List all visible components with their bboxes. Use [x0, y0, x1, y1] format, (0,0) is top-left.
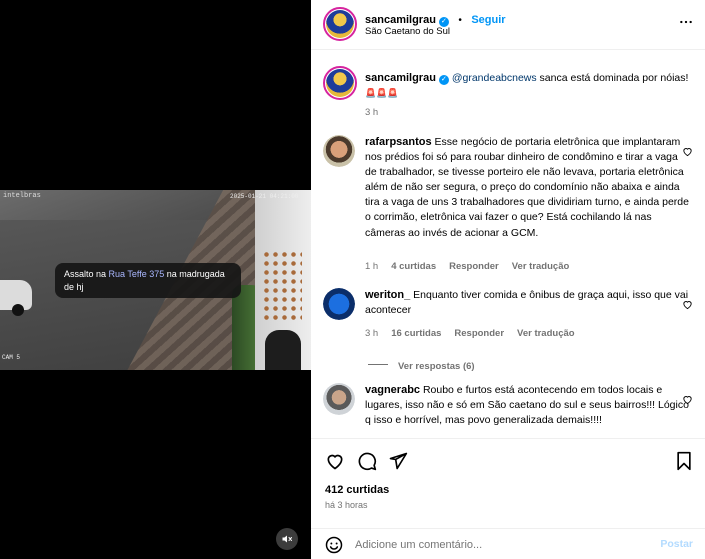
emoji-button[interactable] [325, 536, 343, 559]
heart-icon [683, 301, 692, 310]
caption-avatar[interactable] [323, 66, 357, 100]
comment-input[interactable] [355, 536, 635, 554]
caption-time: 3 h [365, 107, 379, 118]
caption-text: sancamilgrau ✓ @grandeabcnews sanca está … [365, 71, 689, 101]
bookmark-icon [677, 451, 691, 471]
caption-pre: Assalto na [64, 269, 109, 279]
caption-username[interactable]: sancamilgrau [365, 72, 436, 84]
heart-icon [327, 454, 343, 470]
save-button[interactable] [675, 451, 693, 476]
car-wheel [12, 304, 24, 316]
author-avatar[interactable] [323, 7, 357, 41]
comment-body: Esse negócio de portaria eletrônica que … [365, 136, 689, 239]
post-header: sancamilgrau ✓ • Seguir São Caetano do Su… [311, 0, 705, 50]
comment-like-button[interactable] [682, 144, 693, 157]
commenter-avatar[interactable] [323, 383, 355, 415]
post-caption: sancamilgrau ✓ @grandeabcnews sanca está … [323, 66, 693, 121]
share-icon [389, 452, 408, 470]
comment-text: rafarpsantos Esse negócio de portaria el… [365, 135, 689, 241]
comment-text: vagnerabc Roubo e furtos está acontecend… [365, 383, 689, 428]
comment-item: weriton_ Enquanto tiver comida e ônibus … [323, 288, 693, 372]
comment-icon [358, 452, 377, 471]
comment-composer: Postar [311, 528, 705, 559]
mute-button[interactable] [276, 528, 298, 550]
comment-body: Enquanto tiver comida e ônibus de graça … [365, 289, 689, 317]
speaker-muted-icon [282, 535, 292, 543]
more-horizontal-icon [680, 20, 692, 24]
post-comment-button[interactable]: Postar [660, 538, 693, 550]
translate-button[interactable]: Ver tradução [517, 328, 575, 339]
comment-text: weriton_ Enquanto tiver comida e ônibus … [365, 288, 689, 318]
share-button[interactable] [388, 451, 408, 476]
comment-item: vagnerabc Roubo e furtos está acontecend… [323, 383, 693, 438]
commenter-avatar[interactable] [323, 288, 355, 320]
person-figure [265, 330, 301, 370]
caption-body: sanca está dominada por nóias! [536, 72, 689, 84]
caption-emojis: 🚨🚨🚨 [365, 88, 399, 99]
post-timestamp[interactable]: há 3 horas [325, 500, 368, 510]
view-replies-button[interactable]: Ver respostas (6) [368, 356, 475, 374]
like-button[interactable] [325, 451, 345, 476]
follow-button[interactable]: Seguir [471, 14, 505, 26]
likes-count[interactable]: 412 curtidas [325, 484, 389, 496]
post-actions: 412 curtidas há 3 horas [311, 438, 705, 521]
verified-badge-icon: ✓ [438, 75, 449, 85]
comment-username[interactable]: weriton_ [365, 289, 410, 301]
heart-icon [683, 396, 692, 405]
reply-button[interactable]: Responder [449, 261, 499, 272]
video-caption: Assalto na Rua Teffe 375 na madrugada de… [55, 263, 241, 298]
view-replies-label: Ver respostas (6) [398, 361, 475, 372]
comment-like-button[interactable] [682, 392, 693, 405]
separator-dot: • [458, 15, 462, 26]
camera-channel: CAM 5 [2, 354, 21, 361]
more-options-button[interactable] [679, 15, 693, 34]
camera-brand: intelbras [3, 192, 41, 200]
comment-username[interactable]: vagnerabc [365, 384, 420, 396]
translate-button[interactable]: Ver tradução [512, 261, 570, 272]
post-location[interactable]: São Caetano do Sul [365, 26, 450, 37]
reply-button[interactable]: Responder [454, 328, 504, 339]
comment-item: rafarpsantos Esse negócio de portaria el… [323, 135, 693, 275]
comment-meta: 1 h 4 curtidas Responder Ver tradução [365, 261, 582, 272]
camera-timestamp: 2025-01-21 04:21:00 [230, 193, 299, 200]
comment-like-button[interactable] [682, 297, 693, 310]
comment-likes[interactable]: 4 curtidas [391, 261, 436, 272]
commenter-avatar[interactable] [323, 135, 355, 167]
replies-line [368, 364, 388, 366]
post-side-panel: sancamilgrau ✓ • Seguir São Caetano do Su… [311, 0, 705, 559]
wall-pattern [262, 250, 302, 320]
post-media[interactable]: intelbras 2025-01-21 04:21:00 CAM 5 Assa… [0, 0, 311, 559]
caption-mention[interactable]: @grandeabcnews [452, 72, 537, 84]
author-username[interactable]: sancamilgrau [365, 14, 436, 26]
comment-username[interactable]: rafarpsantos [365, 136, 432, 148]
caption-highlight: Rua Teffe 375 [108, 269, 165, 279]
heart-icon [683, 148, 692, 157]
comment-time: 3 h [365, 328, 379, 339]
video-frame[interactable]: intelbras 2025-01-21 04:21:00 CAM 5 Assa… [0, 190, 311, 370]
comment-button[interactable] [357, 451, 377, 476]
comment-meta: 3 h 16 curtidas Responder Ver tradução [365, 328, 588, 339]
emoji-icon [325, 536, 343, 554]
comment-likes[interactable]: 16 curtidas [391, 328, 441, 339]
comment-time: 1 h [365, 261, 379, 272]
